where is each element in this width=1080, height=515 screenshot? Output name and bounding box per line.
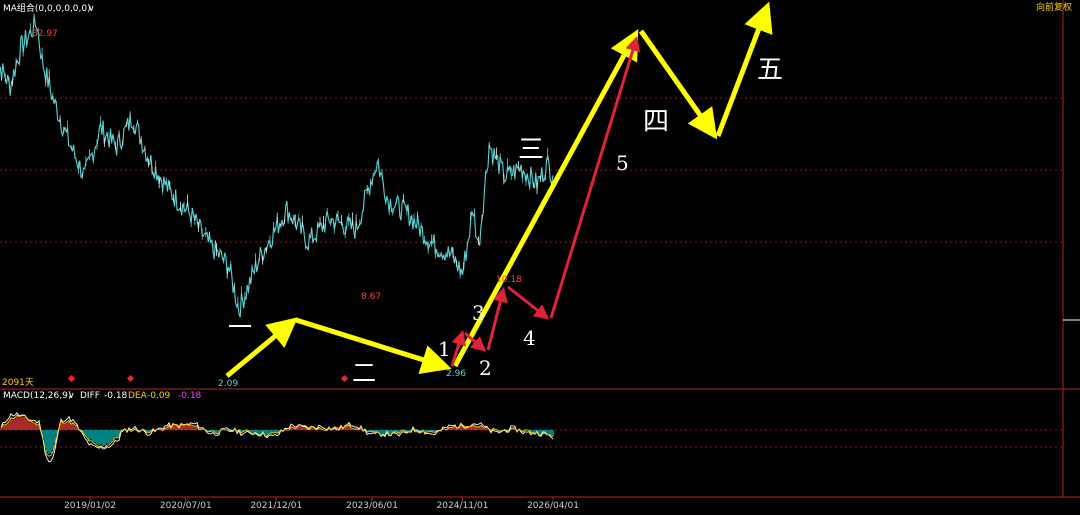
x-axis-tick-label: 2024/11/01 bbox=[437, 501, 489, 511]
macd-chevron-down-icon[interactable]: ∨ bbox=[68, 391, 75, 401]
x-axis-tick-label: 2021/12/01 bbox=[250, 501, 302, 511]
chevron-down-icon[interactable]: ∨ bbox=[88, 4, 95, 14]
day-count-label: 2091天 bbox=[2, 378, 34, 388]
low-price-label-2: 2.96 bbox=[446, 369, 466, 379]
ma-indicator-label[interactable]: MA组合(0,0,0,0,0,0) bbox=[3, 2, 91, 14]
macd-label[interactable]: MACD(12,26,9) bbox=[3, 391, 71, 401]
low-price-label-1: 2.09 bbox=[218, 379, 238, 389]
recent-high-price-label: 10.18 bbox=[496, 275, 522, 285]
stock-chart: 一 二 三 四 五 1 2 3 4 5 32.97 2.09 8.67 2.96… bbox=[0, 0, 1080, 511]
subwave-label-5: 5 bbox=[616, 151, 629, 175]
subwave-label-4: 4 bbox=[523, 326, 536, 350]
x-axis-tick-label: 2026/04/01 bbox=[527, 501, 579, 511]
subwave-label-3: 3 bbox=[472, 301, 485, 325]
mid-high-price-label: 8.67 bbox=[361, 292, 381, 302]
wave-label-4: 四 bbox=[643, 107, 669, 137]
wave-label-5: 五 bbox=[757, 55, 783, 85]
subwave-label-2: 2 bbox=[479, 356, 492, 380]
x-axis-tick-label: 2019/01/02 bbox=[64, 501, 116, 511]
macd-value: -0.18 bbox=[178, 391, 202, 401]
diff-value: -0.18 bbox=[104, 391, 128, 401]
wave-label-2: 二 bbox=[352, 359, 376, 387]
peak-price-label: 32.97 bbox=[32, 29, 58, 39]
subwave-label-1: 1 bbox=[438, 337, 451, 361]
x-axis-tick-label: 2023/06/01 bbox=[346, 501, 398, 511]
x-axis-tick-label: 2020/07/01 bbox=[160, 501, 212, 511]
price-mode-label[interactable]: 向前复权 bbox=[1036, 1, 1072, 13]
diff-label: DIFF bbox=[80, 391, 100, 401]
chart-background bbox=[0, 0, 1080, 511]
wave-label-1: 一 bbox=[228, 313, 252, 341]
chart-canvas: 一 二 三 四 五 1 2 3 4 5 32.97 2.09 8.67 2.96… bbox=[0, 0, 1080, 511]
wave-label-3: 三 bbox=[518, 135, 544, 165]
dea-value: -0.09 bbox=[147, 391, 171, 401]
dea-label: DEA bbox=[128, 391, 148, 401]
